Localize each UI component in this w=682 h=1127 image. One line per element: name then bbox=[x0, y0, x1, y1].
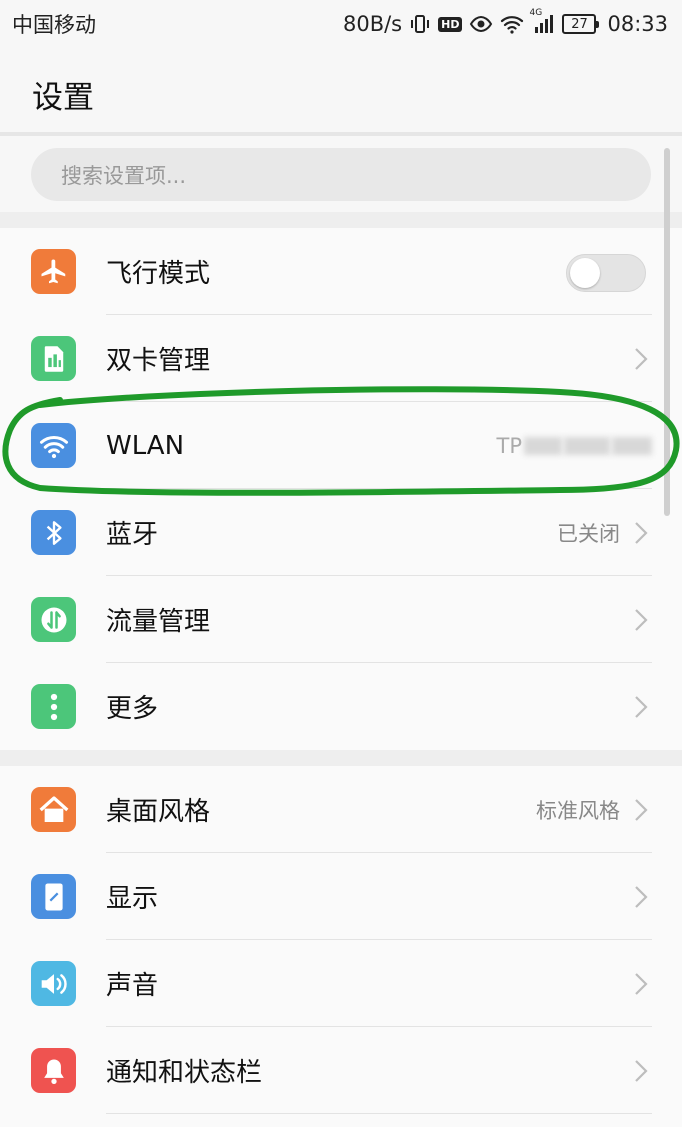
row-label: 蓝牙 bbox=[106, 520, 159, 550]
wlan-ssid-prefix: TP bbox=[496, 433, 523, 458]
bell-icon bbox=[31, 1048, 76, 1093]
clock: 08:33 bbox=[607, 12, 668, 36]
row-label: 流量管理 bbox=[106, 607, 211, 637]
settings-row-notifications[interactable]: 通知和状态栏 bbox=[0, 1027, 682, 1114]
chevron-right-icon bbox=[635, 1060, 648, 1082]
chevron-right-icon bbox=[635, 799, 648, 821]
hd-icon: HD bbox=[438, 12, 463, 36]
redacted-text bbox=[564, 436, 610, 455]
row-label: WLAN bbox=[106, 430, 185, 461]
row-value: 标准风格 bbox=[536, 798, 620, 823]
search-placeholder: 搜索设置项... bbox=[61, 163, 187, 188]
settings-row-airplane-mode[interactable]: 飞行模式 bbox=[0, 228, 682, 315]
display-icon bbox=[31, 874, 76, 919]
chevron-right-icon bbox=[635, 522, 648, 544]
airplane-mode-toggle[interactable] bbox=[566, 254, 646, 292]
page-title: 设置 bbox=[32, 80, 94, 116]
row-label: 更多 bbox=[106, 694, 159, 724]
chevron-right-icon bbox=[635, 886, 648, 908]
data-usage-icon bbox=[31, 597, 76, 642]
wifi-icon bbox=[31, 423, 76, 468]
home-icon bbox=[31, 787, 76, 832]
row-label: 声音 bbox=[106, 971, 159, 1001]
settings-row-display[interactable]: 显示 bbox=[0, 853, 682, 940]
network-type: 4G bbox=[529, 8, 543, 18]
row-label: 飞行模式 bbox=[106, 259, 211, 289]
row-label: 显示 bbox=[106, 884, 159, 914]
wlan-network-name: TP bbox=[496, 433, 652, 458]
search-container: 搜索设置项... bbox=[0, 136, 682, 212]
eye-comfort-icon bbox=[469, 12, 493, 36]
battery-icon: 27 bbox=[562, 14, 600, 34]
bluetooth-icon bbox=[31, 510, 76, 555]
battery-level: 27 bbox=[571, 16, 588, 32]
row-value: 已关闭 bbox=[557, 521, 620, 546]
section-gap bbox=[0, 750, 682, 766]
carrier-label: 中国移动 bbox=[12, 13, 96, 37]
status-indicators: 80B/s HD 4G 27 08:33 bbox=[342, 8, 668, 36]
redacted-text bbox=[612, 436, 652, 455]
connectivity-section: 飞行模式 双卡管理 WLAN TP 蓝牙 已关闭 流量管理 更多 bbox=[0, 228, 682, 750]
sim-card-icon bbox=[31, 336, 76, 381]
chevron-right-icon bbox=[635, 696, 648, 718]
settings-row-sound[interactable]: 声音 bbox=[0, 940, 682, 1027]
toggle-knob bbox=[570, 258, 600, 288]
settings-row-home-style[interactable]: 桌面风格 标准风格 bbox=[0, 766, 682, 853]
settings-row-data-usage[interactable]: 流量管理 bbox=[0, 576, 682, 663]
wifi-status-icon bbox=[500, 12, 524, 36]
settings-row-wlan[interactable]: WLAN TP bbox=[0, 402, 682, 489]
redacted-text bbox=[524, 436, 562, 455]
network-speed: 80B/s bbox=[342, 12, 403, 36]
chevron-right-icon bbox=[635, 348, 648, 370]
settings-row-bluetooth[interactable]: 蓝牙 已关闭 bbox=[0, 489, 682, 576]
row-divider bbox=[106, 1113, 652, 1114]
chevron-right-icon bbox=[635, 973, 648, 995]
settings-screen: 中国移动 80B/s HD 4G 27 08:33 设置 搜索设置项... 飞行… bbox=[0, 0, 682, 1127]
vibrate-icon bbox=[409, 12, 431, 36]
search-input[interactable]: 搜索设置项... bbox=[31, 148, 651, 201]
chevron-right-icon bbox=[635, 609, 648, 631]
row-label: 桌面风格 bbox=[106, 797, 211, 827]
airplane-icon bbox=[31, 249, 76, 294]
settings-row-dual-sim[interactable]: 双卡管理 bbox=[0, 315, 682, 402]
status-bar: 中国移动 80B/s HD 4G 27 08:33 bbox=[0, 0, 682, 48]
speaker-icon bbox=[31, 961, 76, 1006]
cellular-signal-icon: 4G bbox=[529, 8, 555, 36]
row-label: 双卡管理 bbox=[106, 346, 211, 376]
scrollbar[interactable] bbox=[664, 148, 670, 516]
section-gap bbox=[0, 212, 682, 228]
personalization-section: 桌面风格 标准风格 显示 声音 通知和状态栏 bbox=[0, 766, 682, 1127]
more-icon bbox=[31, 684, 76, 729]
row-label: 通知和状态栏 bbox=[106, 1058, 263, 1088]
settings-row-more[interactable]: 更多 bbox=[0, 663, 682, 750]
